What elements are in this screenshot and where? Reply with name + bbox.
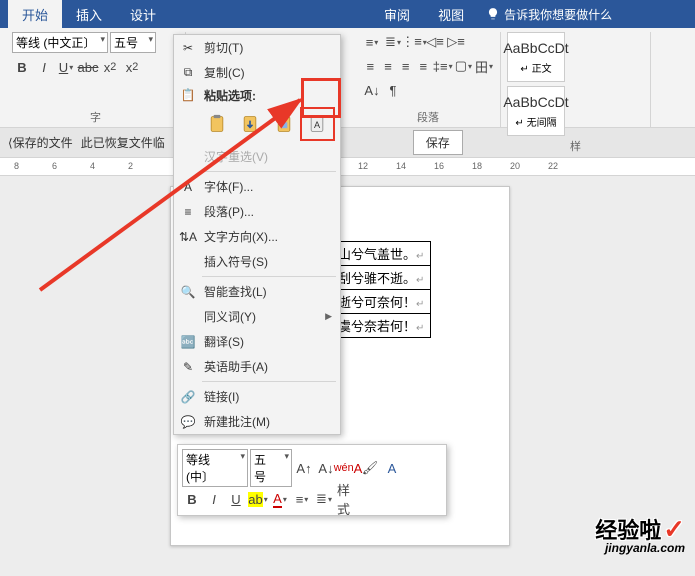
unsaved-file-label: ⟨保存的文件 — [8, 134, 73, 151]
tab-start[interactable]: 开始 — [8, 0, 62, 28]
paste-picture[interactable] — [269, 110, 299, 138]
translate-icon: 🔤 — [180, 334, 196, 350]
link-icon: 🔗 — [180, 389, 196, 405]
strike-button[interactable]: abc — [78, 57, 98, 77]
borders-button[interactable]: 田▾ — [474, 56, 494, 76]
mini-format-painter[interactable]: 🖌 — [360, 458, 380, 478]
font-group-label: 字 — [12, 107, 179, 125]
font-a-icon: A — [180, 179, 196, 195]
paste-text-only[interactable]: A — [303, 110, 333, 138]
clipboard-arrow-icon — [240, 114, 260, 134]
table-row: 虞兮奈若何！↵ — [332, 314, 431, 338]
table-row: 刮兮骓不逝。↵ — [332, 266, 431, 290]
shading-button[interactable]: ▢▾ — [454, 56, 473, 76]
paragraph-group-label: 段落 — [362, 107, 494, 125]
copy-icon: ⧉ — [180, 65, 196, 81]
document-table[interactable]: 山兮气盖世。↵ 刮兮骓不逝。↵ 逝兮可奈何！↵ 虞兮奈若何！↵ — [331, 241, 431, 338]
ruler[interactable]: 8 6 4 2 12 14 16 18 20 22 — [0, 158, 695, 176]
subscript-button[interactable]: x2 — [100, 57, 120, 77]
inc-indent-button[interactable]: ▷≡ — [446, 32, 466, 52]
cm-smart-lookup[interactable]: 🔍 智能查找(L) — [174, 279, 340, 304]
clipboard-picture-icon — [274, 114, 294, 134]
show-marks-button[interactable]: ¶ — [383, 80, 403, 100]
mini-phonetic[interactable]: wénA — [338, 458, 358, 478]
style-normal[interactable]: AaBbCcDt ↵ 正文 — [507, 32, 565, 82]
tab-review[interactable]: 审阅 — [370, 0, 424, 28]
cm-synonyms[interactable]: 同义词(Y) ▶ — [174, 304, 340, 329]
scissors-icon: ✂ — [180, 40, 196, 56]
mini-clear-format[interactable]: A — [382, 458, 402, 478]
cm-hanzi: 汉字重选(V) — [174, 144, 340, 169]
italic-button[interactable]: I — [34, 57, 54, 77]
tab-design[interactable]: 设计 — [116, 0, 170, 28]
clipboard-text-icon: A — [307, 114, 327, 134]
context-menu: ✂ 剪切(T) ⧉ 复制(C) 📋 粘贴选项: A 汉字重选(V) A 字体(F… — [173, 34, 341, 435]
watermark: 经验啦✓ jingyanla.com — [595, 513, 685, 555]
mini-numbering[interactable]: ≣▾ — [314, 489, 334, 509]
recovered-file-label: 此已恢复文件临 — [81, 134, 165, 151]
styles-group-label: 样 — [507, 136, 644, 154]
mini-italic[interactable]: I — [204, 489, 224, 509]
save-button[interactable]: 保存 — [413, 130, 463, 155]
cm-paragraph[interactable]: ≡ 段落(P)... — [174, 199, 340, 224]
superscript-button[interactable]: x2 — [122, 57, 142, 77]
multilevel-button[interactable]: ⋮≡▾ — [404, 32, 424, 52]
checkmark-icon: ✓ — [663, 514, 685, 544]
cm-translate[interactable]: 🔤 翻译(S) — [174, 329, 340, 354]
text-direction-icon: ⇅A — [180, 229, 196, 245]
font-name-combo[interactable]: 等线 (中文正〕 — [12, 32, 108, 53]
mini-font-color[interactable]: A▾ — [270, 489, 290, 509]
align-right-button[interactable]: ≡ — [397, 56, 414, 76]
justify-button[interactable]: ≡ — [415, 56, 432, 76]
cm-new-comment[interactable]: 💬 新建批注(M) — [174, 409, 340, 434]
table-row: 山兮气盖世。↵ — [332, 242, 431, 266]
bullets-button[interactable]: ≡▾ — [362, 32, 382, 52]
cm-link[interactable]: 🔗 链接(I) — [174, 384, 340, 409]
mini-grow-font[interactable]: A↑ — [294, 458, 314, 478]
align-left-button[interactable]: ≡ — [362, 56, 379, 76]
cm-copy[interactable]: ⧉ 复制(C) — [174, 60, 340, 85]
paragraph-icon: ≡ — [180, 204, 196, 220]
cm-paste-header: 📋 粘贴选项: — [174, 85, 340, 106]
font-size-combo[interactable]: 五号 — [110, 32, 156, 53]
sort-button[interactable]: A↓ — [362, 80, 382, 100]
cm-cut[interactable]: ✂ 剪切(T) — [174, 35, 340, 60]
bold-button[interactable]: B — [12, 57, 32, 77]
underline-button[interactable]: U▾ — [56, 57, 76, 77]
mini-bullets[interactable]: ≡▾ — [292, 489, 312, 509]
mini-underline[interactable]: U — [226, 489, 246, 509]
cm-font[interactable]: A 字体(F)... — [174, 174, 340, 199]
line-spacing-button[interactable]: ‡≡▾ — [433, 56, 453, 76]
numbering-button[interactable]: ≣▾ — [383, 32, 403, 52]
style-no-spacing[interactable]: AaBbCcDt ↵ 无间隔 — [507, 86, 565, 136]
cm-english-assist[interactable]: ✎ 英语助手(A) — [174, 354, 340, 379]
cm-text-direction[interactable]: ⇅A 文字方向(X)... — [174, 224, 340, 249]
clipboard-brush-icon — [207, 114, 227, 134]
mini-styles[interactable]: 样式 — [336, 489, 356, 509]
mini-toolbar: 等线 (中〕 五号 A↑ A↓ wénA 🖌 A B I U ab▾ A▾ ≡▾… — [177, 444, 447, 516]
paste-keep-source[interactable] — [202, 110, 232, 138]
assist-icon: ✎ — [180, 359, 196, 375]
magnify-icon: 🔍 — [180, 284, 196, 300]
tell-me[interactable]: 告诉我你想要做什么 — [486, 0, 612, 28]
mini-highlight[interactable]: ab▾ — [248, 489, 268, 509]
chevron-right-icon: ▶ — [325, 311, 332, 322]
clipboard-icon: 📋 — [180, 87, 196, 103]
tab-view[interactable]: 视图 — [424, 0, 478, 28]
mini-font-size[interactable]: 五号 — [250, 449, 292, 487]
cm-insert-symbol[interactable]: 插入符号(S) — [174, 249, 340, 274]
tab-insert[interactable]: 插入 — [62, 0, 116, 28]
mini-font-name[interactable]: 等线 (中〕 — [182, 449, 248, 487]
dec-indent-button[interactable]: ◁≡ — [425, 32, 445, 52]
lightbulb-icon — [486, 7, 500, 21]
comment-icon: 💬 — [180, 414, 196, 430]
mini-bold[interactable]: B — [182, 489, 202, 509]
paste-merge[interactable] — [236, 110, 266, 138]
align-center-button[interactable]: ≡ — [380, 56, 397, 76]
table-row: 逝兮可奈何！↵ — [332, 290, 431, 314]
svg-text:A: A — [314, 120, 321, 130]
